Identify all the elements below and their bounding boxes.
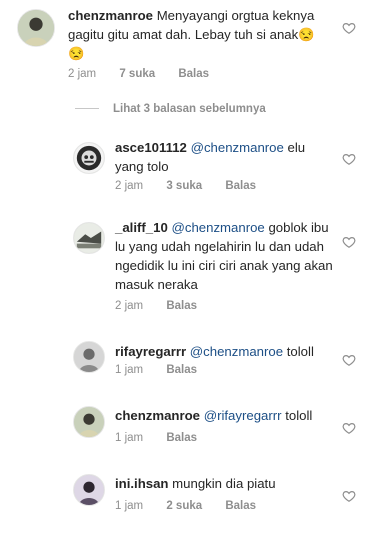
user-avatar-icon bbox=[74, 143, 104, 173]
reply-time: 2 jam bbox=[115, 300, 144, 312]
comment-item: chenzmanroe Menyayangi orgtua keknya gag… bbox=[0, 0, 377, 95]
mention-link[interactable]: @rifayregarrr bbox=[204, 408, 282, 423]
reply-body: mungkin dia piatu bbox=[172, 476, 276, 491]
reply-likes[interactable]: 2 suka bbox=[166, 500, 202, 512]
user-avatar-icon bbox=[74, 223, 104, 253]
reply-button[interactable]: Balas bbox=[225, 500, 256, 512]
comment-text: chenzmanroe Menyayangi orgtua keknya gag… bbox=[68, 6, 340, 63]
unamused-emoji-icon: 😒 bbox=[298, 27, 315, 42]
comment-time: 2 jam bbox=[68, 68, 97, 80]
mention-link[interactable]: @chenzmanroe bbox=[190, 344, 283, 359]
reply-button[interactable]: Balas bbox=[225, 180, 256, 192]
heart-icon[interactable] bbox=[342, 489, 356, 503]
avatar[interactable] bbox=[73, 222, 105, 254]
reply-text: chenzmanroe @rifayregarrr tololl bbox=[115, 406, 345, 425]
user-avatar-icon bbox=[18, 10, 54, 46]
user-avatar-icon bbox=[74, 475, 104, 505]
heart-icon[interactable] bbox=[342, 152, 356, 166]
reply-username[interactable]: asce101112 bbox=[115, 140, 187, 155]
reply-likes[interactable]: 3 suka bbox=[166, 180, 202, 192]
reply-item: _aliff_10 @chenzmanroe goblok ibu lu yan… bbox=[0, 212, 377, 322]
avatar[interactable] bbox=[73, 341, 105, 373]
comment-username[interactable]: chenzmanroe bbox=[68, 8, 153, 23]
reply-body: tololl bbox=[285, 408, 313, 423]
reply-username[interactable]: _aliff_10 bbox=[115, 220, 168, 235]
reply-item: asce101112 @chenzmanroe elu yang tolo 2 … bbox=[0, 133, 377, 203]
reply-button[interactable]: Balas bbox=[166, 300, 197, 312]
view-previous-replies-link[interactable]: Lihat 3 balasan sebelumnya bbox=[75, 103, 266, 117]
reply-item: ini.ihsan mungkin dia piatu 1 jam 2 suka… bbox=[0, 468, 377, 528]
heart-icon[interactable] bbox=[342, 353, 356, 367]
reply-time: 1 jam bbox=[115, 432, 144, 444]
reply-username[interactable]: rifayregarrr bbox=[115, 344, 186, 359]
reply-username[interactable]: ini.ihsan bbox=[115, 476, 169, 491]
reply-text: _aliff_10 @chenzmanroe goblok ibu lu yan… bbox=[115, 218, 333, 294]
reply-username[interactable]: chenzmanroe bbox=[115, 408, 200, 423]
reply-button[interactable]: Balas bbox=[178, 68, 209, 80]
comment-likes[interactable]: 7 suka bbox=[119, 68, 155, 80]
heart-icon[interactable] bbox=[342, 235, 356, 249]
user-avatar-icon bbox=[74, 342, 104, 372]
unamused-emoji-icon: 😒 bbox=[68, 46, 85, 61]
reply-button[interactable]: Balas bbox=[166, 364, 197, 376]
avatar[interactable] bbox=[73, 406, 105, 438]
reply-meta: 2 jam Balas bbox=[115, 300, 217, 312]
heart-icon[interactable] bbox=[342, 421, 356, 435]
user-avatar-icon bbox=[74, 407, 104, 437]
reply-text: asce101112 @chenzmanroe elu yang tolo bbox=[115, 138, 325, 176]
avatar[interactable] bbox=[17, 9, 55, 47]
divider-line bbox=[75, 108, 99, 110]
avatar[interactable] bbox=[73, 474, 105, 506]
reply-text: rifayregarrr @chenzmanroe tololl bbox=[115, 342, 345, 361]
reply-time: 1 jam bbox=[115, 364, 144, 376]
heart-icon[interactable] bbox=[342, 21, 356, 35]
mention-link[interactable]: @chenzmanroe bbox=[191, 140, 284, 155]
reply-text: ini.ihsan mungkin dia piatu bbox=[115, 474, 345, 493]
reply-button[interactable]: Balas bbox=[166, 432, 197, 444]
reply-meta: 1 jam 2 suka Balas bbox=[115, 500, 276, 512]
comment-meta: 2 jam 7 suka Balas bbox=[68, 68, 229, 80]
reply-body: tololl bbox=[286, 344, 314, 359]
mention-link[interactable]: @chenzmanroe bbox=[171, 220, 264, 235]
reply-item: rifayregarrr @chenzmanroe tololl 1 jam B… bbox=[0, 336, 377, 396]
reply-meta: 2 jam 3 suka Balas bbox=[115, 180, 276, 192]
reply-meta: 1 jam Balas bbox=[115, 364, 217, 376]
reply-time: 1 jam bbox=[115, 500, 144, 512]
reply-meta: 1 jam Balas bbox=[115, 432, 217, 444]
reply-time: 2 jam bbox=[115, 180, 144, 192]
reply-item: chenzmanroe @rifayregarrr tololl 1 jam B… bbox=[0, 400, 377, 460]
avatar[interactable] bbox=[73, 142, 105, 174]
